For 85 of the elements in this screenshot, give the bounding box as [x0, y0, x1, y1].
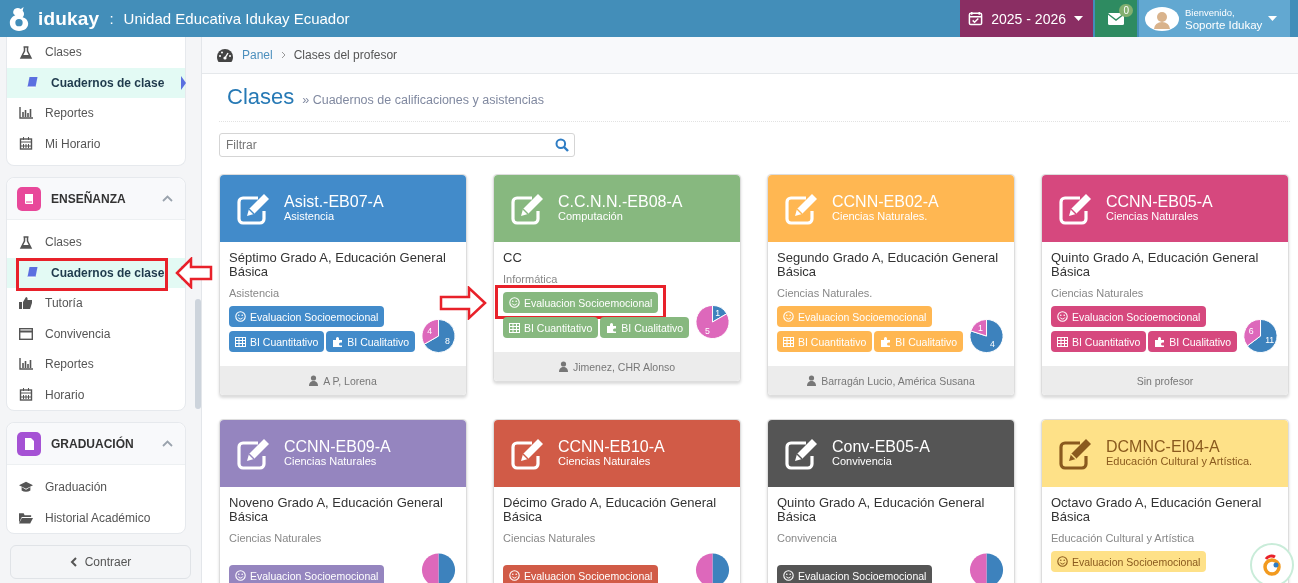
tag-chip[interactable]: Evaluacion Socioemocional: [1051, 551, 1207, 572]
tag-chip[interactable]: Evaluacion Socioemocional: [229, 306, 385, 327]
class-code: CCNN-EB10-A: [558, 438, 665, 454]
class-code: CCNN-EB02-A: [832, 193, 939, 209]
grade-name: Quinto Grado A, Educación General Básica: [1051, 251, 1260, 279]
nav-item[interactable]: Historial Académico: [7, 502, 185, 533]
breadcrumb-current: Clases del profesor: [293, 48, 398, 62]
class-code: Asist.-EB07-A: [284, 193, 384, 209]
subject-name: Ciencias Naturales: [1106, 208, 1200, 224]
teacher-name: Jimenez, CHR Alonso: [572, 360, 676, 373]
area-name: Ciencias Naturales: [503, 532, 597, 544]
school-name: Unidad Educativa Idukay Ecuador: [123, 10, 350, 27]
tag-chip[interactable]: Evaluacion Socioemocional: [1051, 306, 1207, 327]
area-name: Convivencia: [777, 532, 838, 544]
class-card[interactable]: CCNN-EB05-A Ciencias Naturales Quinto Grado A, Educación General Básica Ciencias Naturales Evaluacion Socioemocional BI Cuantitativo BI Cualitativo 11 6 Sin profesor: [1041, 174, 1289, 396]
class-code: CCNN-EB09-A: [284, 438, 391, 454]
subject-name: Educación Cultural y Artística.: [1106, 453, 1253, 469]
grade-name: Octavo Grado A, Educación General Básica: [1051, 496, 1263, 524]
area-name: Educación Cultural y Artística: [1051, 532, 1196, 544]
class-code: Conv-EB05-A: [832, 438, 930, 454]
nav-item[interactable]: Cuadernos de clase: [7, 257, 185, 288]
filter-field[interactable]: Filtrar: [219, 133, 575, 157]
class-code: DCMNC-EI04-A: [1106, 438, 1221, 454]
grade-name: Noveno Grado A, Educación General Básica: [229, 496, 444, 524]
nav-item[interactable]: Convivencia: [7, 318, 185, 349]
nav-item[interactable]: Tutoría: [7, 288, 185, 319]
nav-item[interactable]: Mi Horario: [7, 128, 185, 159]
nav-item[interactable]: Cuadernos de clase: [7, 67, 185, 98]
grade-name: Séptimo Grado A, Educación General Básica: [229, 251, 447, 279]
tag-chip[interactable]: BI Cualitativo: [326, 331, 416, 352]
subject-name: Ciencias Naturales.: [832, 208, 929, 224]
class-code: CCNN-EB05-A: [1106, 193, 1213, 209]
data-label: 4: [990, 339, 995, 350]
collapse-button[interactable]: Contraer: [10, 545, 191, 579]
tag-chip[interactable]: BI Cualitativo: [1148, 331, 1238, 352]
tag-chip[interactable]: BI Cuantitativo: [229, 331, 325, 352]
nav-item[interactable]: Graduación: [7, 472, 185, 503]
subject-name: Convivencia: [832, 453, 893, 469]
area-name: Asistencia: [229, 287, 281, 299]
class-card[interactable]: CCNN-EB10-A Ciencias Naturales Décimo Grado A, Educación General Básica Ciencias Naturales Evaluacion Socioemocional: [493, 419, 741, 583]
teacher-name: Barragán Lucio, América Susana: [821, 374, 975, 387]
tag-chip[interactable]: Evaluacion Socioemocional: [503, 565, 659, 583]
area-name: Ciencias Naturales: [1051, 287, 1145, 299]
data-label: 1: [978, 322, 983, 333]
area-name: Ciencias Naturales.: [777, 287, 874, 299]
section-header[interactable]: ENSEÑANZA: [7, 178, 185, 220]
nav-item[interactable]: Clases: [7, 37, 185, 68]
year-dropdown[interactable]: 2025 - 2026: [960, 0, 1093, 37]
area-name: Informática: [503, 273, 559, 285]
class-code: C.C.N.N.-EB08-A: [558, 193, 683, 209]
class-card[interactable]: DCMNC-EI04-A Educación Cultural y Artística. Octavo Grado A, Educación General Básica Educación Cultural y Artística Evaluacion Socioemocional: [1041, 419, 1289, 583]
grade-name: Décimo Grado A, Educación General Básica: [503, 496, 718, 524]
data-label: 4: [427, 325, 433, 336]
grade-name: Segundo Grado A, Educación General Básica: [777, 251, 1000, 279]
data-label: 6: [1248, 326, 1254, 337]
section-title: GRADUACIÓN: [51, 436, 135, 451]
nav-item[interactable]: Clases: [7, 227, 185, 258]
grade-name: CC: [503, 251, 523, 265]
tag-chip[interactable]: BI Cuantitativo: [1051, 331, 1147, 352]
section-title: ENSEÑANZA: [51, 191, 127, 206]
nav-item[interactable]: Reportes: [7, 349, 185, 380]
subject-name: Asistencia: [284, 208, 336, 224]
count-badge: 0: [1119, 4, 1133, 17]
class-card[interactable]: CCNN-EB09-A Ciencias Naturales Noveno Grado A, Educación General Básica Ciencias Naturales Evaluacion Socioemocional: [219, 419, 467, 583]
subject-name: Computación: [558, 208, 624, 224]
teacher-name: A P, Lorena: [323, 374, 377, 387]
area-name: Ciencias Naturales: [229, 532, 323, 544]
section-header[interactable]: GRADUACIÓN: [7, 423, 185, 465]
class-card[interactable]: Conv-EB05-A Convivencia Quinto Grado A, Educación General Básica Convivencia Evaluacion Socioemocional: [767, 419, 1015, 583]
class-card[interactable]: Asist.-EB07-A Asistencia Séptimo Grado A, Educación General Básica Asistencia Evaluacion Socioemocional BI Cuantitativo BI Cualitativo 8 4 A P, Lorena: [219, 174, 467, 396]
nav-item[interactable]: Horario: [7, 379, 185, 410]
data-label: 1: [715, 308, 721, 319]
subject-name: Ciencias Naturales: [284, 453, 378, 469]
separator: :: [109, 10, 114, 27]
page-subtitle: » Cuadernos de calificaciones y asistencias: [302, 93, 545, 107]
tag-chip[interactable]: Evaluacion Socioemocional: [777, 565, 933, 583]
subject-name: Ciencias Naturales: [558, 453, 652, 469]
brand-name[interactable]: idukay: [38, 7, 100, 30]
grade-name: Quinto Grado A, Educación General Básica: [777, 496, 986, 524]
page-title: Clases: [227, 84, 295, 110]
nav-item[interactable]: Reportes: [7, 98, 185, 129]
teacher-name: Sin profesor: [1136, 374, 1194, 387]
data-label: 8: [444, 336, 450, 347]
data-label: 11: [1265, 335, 1275, 346]
data-label: 5: [704, 325, 710, 336]
